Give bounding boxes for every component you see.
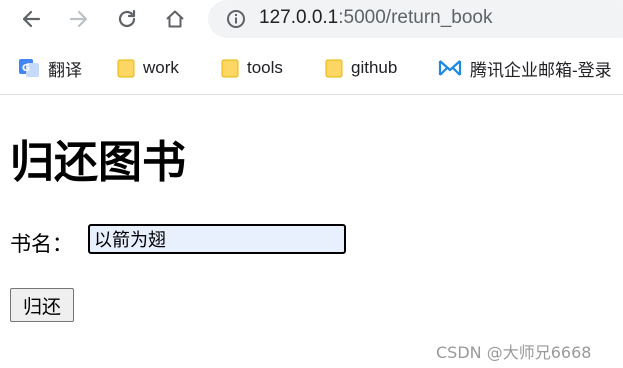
watermark: CSDN @大师兄6668	[436, 343, 592, 362]
bookmark-work[interactable]: work	[117, 50, 179, 86]
folder-icon	[325, 59, 343, 78]
bookmark-label: github	[351, 58, 398, 77]
book-name-input[interactable]	[88, 224, 346, 254]
home-button[interactable]	[160, 4, 190, 34]
forward-button[interactable]	[64, 4, 94, 34]
folder-icon	[117, 59, 135, 78]
bookmark-label: work	[143, 58, 179, 77]
url-path: :5000/return_book	[338, 7, 493, 28]
site-info-icon[interactable]	[226, 9, 246, 29]
bookmark-label: 翻译	[48, 60, 82, 80]
back-button[interactable]	[16, 4, 46, 34]
translate-icon: G	[19, 59, 39, 77]
folder-icon	[221, 59, 239, 78]
svg-text:G: G	[22, 63, 30, 74]
page-title: 归还图书	[10, 137, 186, 188]
reload-button[interactable]	[112, 4, 142, 34]
bookmark-label: 腾讯企业邮箱-登录	[470, 60, 612, 80]
return-button[interactable]: 归还	[10, 288, 74, 322]
book-name-label: 书名：	[10, 232, 73, 256]
home-icon	[166, 10, 184, 28]
bookmarks-bar: G 翻译 work tools github 腾讯企业邮箱-登录	[0, 50, 623, 86]
bookmark-translate[interactable]: G 翻译	[18, 50, 82, 86]
url-text[interactable]: 127.0.0.1:5000/return_book	[259, 7, 492, 29]
page-content: 归还图书 书名： 归还 CSDN @大师兄6668	[0, 95, 623, 368]
bookmark-tools[interactable]: tools	[221, 50, 283, 86]
bookmark-github[interactable]: github	[325, 50, 397, 86]
forward-arrow-icon	[69, 10, 88, 28]
reload-icon	[118, 9, 136, 28]
bookmark-label: tools	[247, 58, 283, 77]
back-arrow-icon	[22, 10, 41, 28]
address-bar[interactable]: 127.0.0.1:5000/return_book	[208, 0, 623, 38]
bookmark-tencent-mail[interactable]: 腾讯企业邮箱-登录	[438, 50, 612, 86]
browser-toolbar: 127.0.0.1:5000/return_book	[0, 0, 623, 40]
tencent-mail-icon	[438, 60, 462, 76]
url-host: 127.0.0.1	[259, 7, 339, 28]
